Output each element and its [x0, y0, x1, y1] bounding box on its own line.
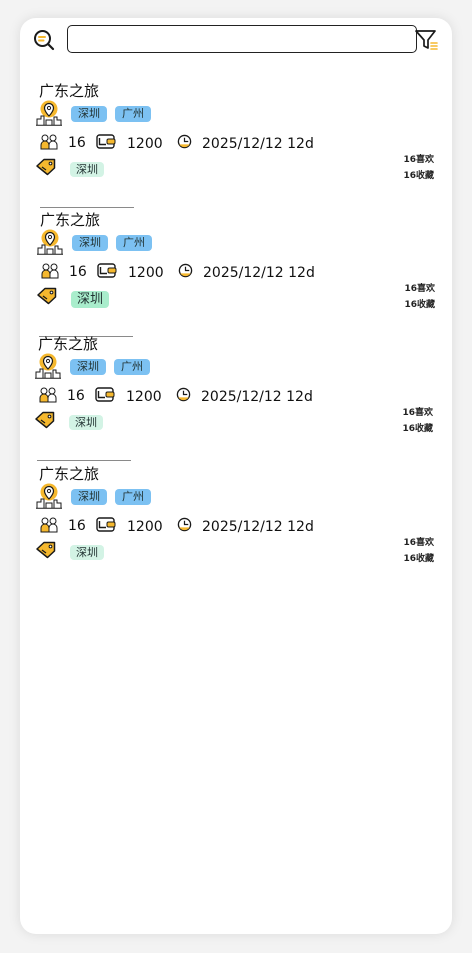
- people-count: 16: [68, 135, 86, 151]
- collects-count[interactable]: 16收藏: [402, 421, 433, 434]
- price-tag-icon: [36, 158, 56, 176]
- trip-title: 广东之旅: [39, 82, 100, 100]
- likes-count[interactable]: 16喜欢: [403, 535, 434, 548]
- wallet-icon: [97, 263, 117, 278]
- price-tag-icon: [36, 541, 56, 559]
- price-tag-icon: [37, 287, 57, 305]
- trip-item[interactable]: 广东之旅 深圳 广州 16 1200 2025/12/12 12d 16喜欢 1…: [21, 209, 452, 337]
- trip-item[interactable]: 广东之旅 深圳 广州 16 1200 2025/12/12 12d 16喜欢 1…: [20, 80, 452, 208]
- trip-tag[interactable]: 广州: [114, 359, 150, 375]
- trip-tag[interactable]: 广州: [115, 489, 151, 505]
- clock-icon: [177, 134, 192, 149]
- people-count: 16: [68, 518, 86, 534]
- likes-count[interactable]: 16喜欢: [402, 405, 433, 418]
- trip-tag[interactable]: 广州: [115, 106, 151, 122]
- budget-value: 1200: [127, 136, 163, 152]
- trip-title: 广东之旅: [40, 211, 101, 229]
- trip-date: 2025/12/12 12d: [202, 136, 314, 152]
- collects-count[interactable]: 16收藏: [403, 551, 434, 564]
- wallet-icon: [96, 517, 116, 532]
- destination-tag[interactable]: 深圳: [70, 545, 104, 560]
- trip-title: 广东之旅: [38, 335, 99, 353]
- city-pin-icon: [35, 353, 61, 379]
- likes-count[interactable]: 16喜欢: [403, 152, 434, 165]
- likes-count[interactable]: 16喜欢: [404, 281, 435, 294]
- destination-tag[interactable]: 深圳: [70, 162, 104, 177]
- trip-date: 2025/12/12 12d: [201, 389, 313, 405]
- search-bar: [20, 18, 452, 64]
- clock-icon: [177, 517, 192, 532]
- collects-count[interactable]: 16收藏: [404, 297, 435, 310]
- people-icon: [41, 263, 59, 279]
- people-icon: [40, 517, 58, 533]
- trip-title: 广东之旅: [39, 465, 100, 483]
- trip-tag[interactable]: 深圳: [70, 359, 106, 375]
- trip-tag[interactable]: 深圳: [71, 106, 107, 122]
- trip-date: 2025/12/12 12d: [203, 265, 315, 281]
- city-pin-icon: [37, 229, 63, 255]
- city-pin-icon: [36, 100, 62, 126]
- trip-tag[interactable]: 深圳: [72, 235, 108, 251]
- people-icon: [40, 134, 58, 150]
- destination-tag[interactable]: 深圳: [71, 291, 110, 308]
- budget-value: 1200: [127, 519, 163, 535]
- destination-tag[interactable]: 深圳: [69, 415, 103, 430]
- city-pin-icon: [36, 483, 62, 509]
- trip-tag[interactable]: 深圳: [71, 489, 107, 505]
- people-icon: [39, 387, 57, 403]
- collects-count[interactable]: 16收藏: [403, 168, 434, 181]
- people-count: 16: [67, 388, 85, 404]
- budget-value: 1200: [126, 389, 162, 405]
- wallet-icon: [96, 134, 116, 149]
- trip-item[interactable]: 广东之旅 深圳 广州 16 1200 2025/12/12 12d 16喜欢 1…: [20, 463, 452, 583]
- search-input[interactable]: [67, 25, 417, 53]
- trip-tag[interactable]: 广州: [116, 235, 152, 251]
- clock-icon: [178, 263, 193, 278]
- item-divider: [37, 460, 131, 461]
- budget-value: 1200: [128, 265, 164, 281]
- price-tag-icon: [35, 411, 55, 429]
- clock-icon: [176, 387, 191, 402]
- trip-date: 2025/12/12 12d: [202, 519, 314, 535]
- wallet-icon: [95, 387, 115, 402]
- search-icon[interactable]: [32, 28, 56, 52]
- filter-icon[interactable]: [414, 28, 438, 52]
- people-count: 16: [69, 264, 87, 280]
- trip-item[interactable]: 广东之旅 深圳 广州 16 1200 2025/12/12 12d 16喜欢 1…: [20, 333, 451, 461]
- item-divider: [40, 207, 134, 208]
- trip-list-panel: 广东之旅 深圳 广州 16 1200 2025/12/12 12d 16喜欢 1…: [20, 18, 452, 934]
